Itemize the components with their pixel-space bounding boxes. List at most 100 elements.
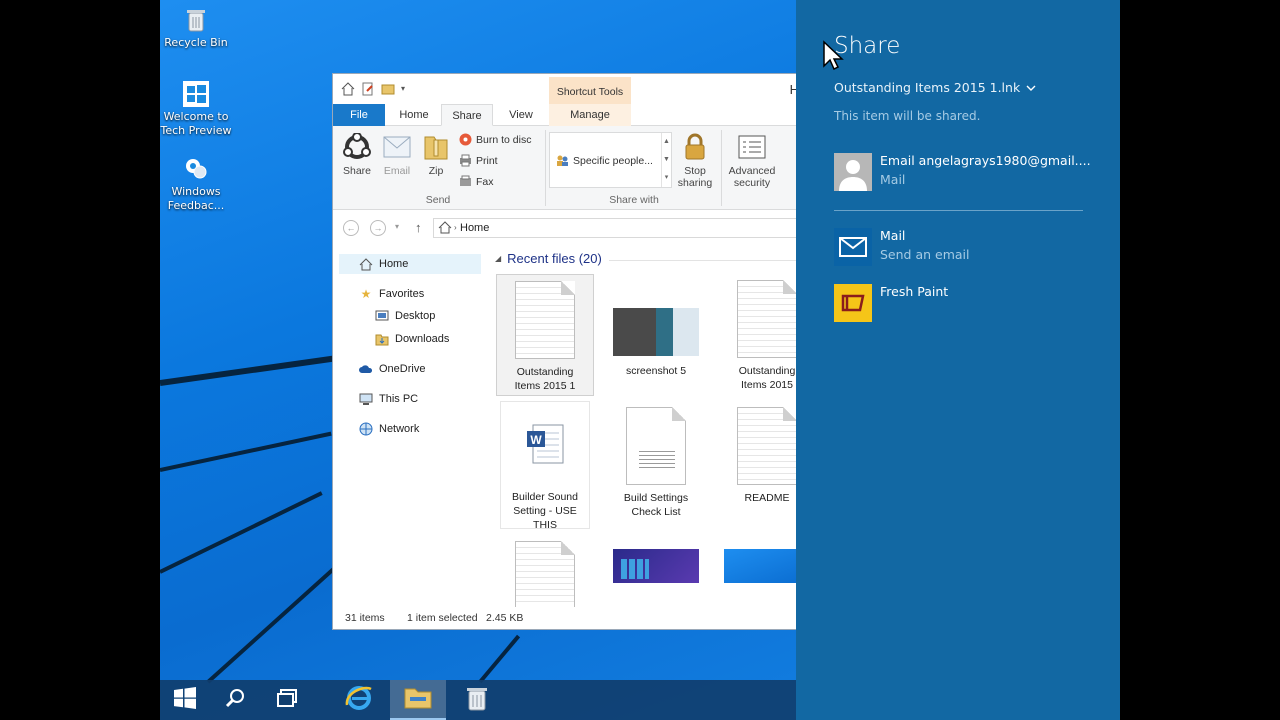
group-label-send: Send <box>425 194 451 206</box>
lock-icon <box>680 132 710 162</box>
desktop-icon-recycle-bin[interactable]: Recycle Bin <box>160 6 234 50</box>
customize-dropdown-icon[interactable]: ▾ <box>401 82 409 96</box>
network-icon <box>359 422 373 436</box>
share-icon <box>342 132 372 162</box>
file-item[interactable]: Outstanding Items 2015 <box>718 274 801 396</box>
windows-logo-icon <box>173 687 197 713</box>
share-with-list[interactable]: Specific people... ▲ ▼ ▾ <box>549 132 672 188</box>
file-name: Builder Sound <box>512 491 578 503</box>
nav-item-downloads[interactable]: Downloads <box>375 329 449 349</box>
file-item[interactable] <box>607 535 705 608</box>
file-name: README <box>744 492 790 504</box>
file-item[interactable] <box>718 535 801 608</box>
task-view-icon <box>276 689 298 711</box>
back-button[interactable]: ← <box>343 220 359 236</box>
file-item[interactable]: Outstanding Items 2015 1 <box>496 274 594 396</box>
file-list: ◢ Recent files (20) Outstanding Items 20… <box>489 246 801 608</box>
home-icon[interactable] <box>341 82 355 96</box>
zip-folder-icon <box>421 132 451 162</box>
tab-home[interactable]: Home <box>389 104 439 126</box>
file-item[interactable]: W Builder Sound Setting - USE THIS <box>500 401 590 531</box>
ribbon-tabs: File Home Share View Manage <box>333 104 801 126</box>
specific-people-item[interactable]: Specific people... <box>556 154 653 167</box>
share-target-email-contact[interactable]: Email angelagrays1980@gmail.... Mail <box>834 153 1094 193</box>
taskbar-internet-explorer[interactable] <box>334 680 384 720</box>
new-folder-icon[interactable] <box>381 82 395 96</box>
quick-access-toolbar: ▾ <box>341 82 409 96</box>
print-button[interactable]: Print <box>459 154 498 167</box>
navigation-bar: ← → ▾ ↑ › Home <box>333 215 801 241</box>
file-name: Outstanding <box>516 366 574 378</box>
nav-item-network[interactable]: Network <box>359 419 419 439</box>
nav-item-onedrive[interactable]: OneDrive <box>359 359 425 379</box>
tab-manage[interactable]: Manage <box>549 104 631 126</box>
screenshot-thumbnail <box>613 308 699 356</box>
nav-label: Desktop <box>395 310 436 322</box>
security-list-icon <box>737 132 767 162</box>
cloud-icon <box>359 362 373 376</box>
taskbar-recycle-bin[interactable] <box>452 680 502 720</box>
document-icon <box>737 280 797 358</box>
svg-text:W: W <box>530 433 542 447</box>
search-button[interactable] <box>210 680 260 720</box>
document-icon <box>737 407 797 485</box>
nav-label: OneDrive <box>379 363 426 375</box>
nav-item-this-pc[interactable]: This PC <box>359 389 418 409</box>
search-icon <box>224 687 246 713</box>
nav-label: Downloads <box>395 333 450 345</box>
printer-icon <box>459 154 472 167</box>
tab-view[interactable]: View <box>497 104 545 126</box>
share-label: Share <box>342 165 372 177</box>
up-button[interactable]: ↑ <box>415 220 422 235</box>
contact-avatar-icon <box>834 153 872 191</box>
share-target-mail[interactable]: Mail Send an email <box>834 228 1094 268</box>
word-document-icon: W <box>503 404 587 484</box>
nav-item-favorites[interactable]: ★ Favorites <box>359 284 425 304</box>
fresh-paint-icon <box>834 284 872 322</box>
image-thumbnail <box>613 549 699 583</box>
file-name-line2: Check List <box>631 506 681 518</box>
burn-to-disc-button[interactable]: Burn to disc <box>459 133 531 146</box>
desktop-icon-welcome[interactable]: Welcome to Tech Preview <box>160 80 234 138</box>
tab-file[interactable]: File <box>333 104 385 126</box>
text-document-icon <box>626 407 686 485</box>
nav-item-desktop[interactable]: Desktop <box>375 306 435 326</box>
taskbar-file-explorer[interactable] <box>390 680 446 720</box>
zip-button[interactable]: Zip <box>419 132 453 177</box>
share-target-subtitle: Send an email <box>880 247 970 262</box>
properties-icon[interactable] <box>361 82 375 96</box>
file-item[interactable] <box>496 535 594 608</box>
file-item[interactable]: screenshot 5 <box>607 274 705 396</box>
address-bar[interactable]: › Home <box>433 218 801 240</box>
tab-share[interactable]: Share <box>441 104 493 126</box>
fax-button[interactable]: Fax <box>459 175 494 188</box>
start-button[interactable] <box>160 680 210 720</box>
file-item[interactable]: Build Settings Check List <box>607 401 705 523</box>
fax-icon <box>459 175 472 188</box>
share-note: This item will be shared. <box>834 109 981 123</box>
specific-people-label: Specific people... <box>573 154 653 167</box>
file-name-line3: THIS <box>533 519 557 531</box>
share-button[interactable]: Share <box>339 132 375 177</box>
star-icon: ★ <box>360 287 372 301</box>
recent-locations-dropdown[interactable]: ▾ <box>395 222 399 231</box>
windows-logo-icon <box>181 80 211 108</box>
group-header-recent-files[interactable]: ◢ Recent files (20) <box>495 251 602 266</box>
advanced-security-button[interactable]: Advanced security <box>727 132 777 189</box>
breadcrumb-chevron-icon: › <box>454 223 457 232</box>
list-scroll-arrows[interactable]: ▲ ▼ ▾ <box>661 133 671 187</box>
file-name-line2: Items 2015 1 <box>514 380 576 392</box>
shared-item-dropdown[interactable]: Outstanding Items 2015 1.lnk <box>834 80 1036 95</box>
home-icon <box>438 221 452 240</box>
file-item[interactable]: README <box>718 401 801 523</box>
forward-button[interactable]: → <box>370 220 386 236</box>
task-view-button[interactable] <box>262 680 312 720</box>
share-target-fresh-paint[interactable]: Fresh Paint <box>834 284 1094 324</box>
group-separator <box>545 130 546 206</box>
wallpaper-beam <box>160 491 323 574</box>
print-label: Print <box>476 154 498 167</box>
nav-item-home[interactable]: Home <box>339 254 481 274</box>
email-button[interactable]: Email <box>379 132 415 177</box>
stop-sharing-button[interactable]: Stop sharing <box>673 132 717 189</box>
desktop-icon-feedback[interactable]: Windows Feedbac... <box>160 155 234 213</box>
